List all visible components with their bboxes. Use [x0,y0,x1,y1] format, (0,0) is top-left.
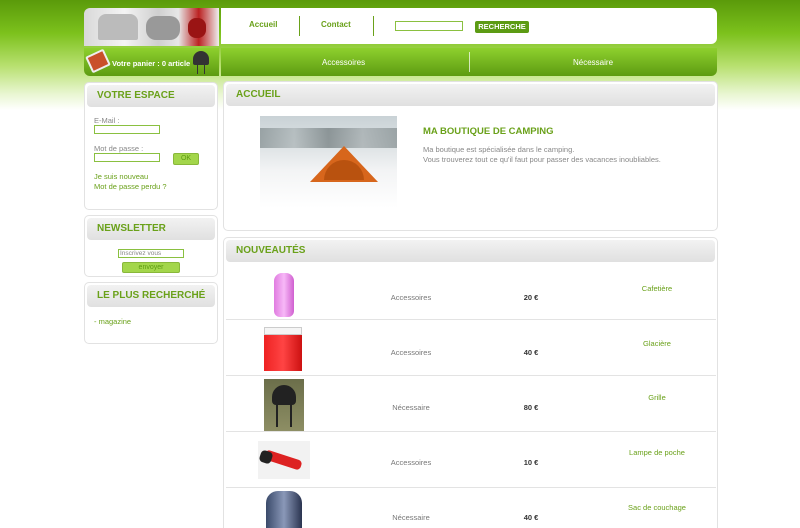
category-accessoires-link[interactable]: Accessoires [322,58,365,67]
login-box: VOTRE ESPACE E-Mail : Mot de passe : OK … [84,82,218,210]
cart-summary[interactable]: Votre panier : 0 article [112,59,190,68]
password-field[interactable] [94,153,160,162]
product-price: 20 € [523,293,539,302]
shop-description: Ma boutique est spécialisée dans le camp… [423,145,661,165]
sleeping-bag-image[interactable] [266,491,302,528]
newsletter-send-button[interactable]: envoyer [122,262,180,273]
category-separator [469,52,470,72]
search-input[interactable] [395,21,463,31]
product-category: Nécessaire [392,513,430,522]
product-row[interactable]: Accessoires 10 € Lampe de poche [226,433,716,488]
login-ok-button[interactable]: OK [173,153,199,165]
product-row[interactable]: Nécessaire 40 € Sac de couchage [226,489,716,528]
product-price: 40 € [523,348,539,357]
welcome-panel: ACCUEIL MA BOUTIQUE DE CAMPING Ma boutiq… [223,81,718,231]
new-products-panel: NOUVEAUTÉS Accessoires 20 € Cafetière Ac… [223,237,718,528]
product-name-link[interactable]: Sac de couchage [602,503,712,512]
header-banner-image [84,8,219,46]
top-navigation: Accueil Contact RECHERCHE [221,8,717,44]
tent-photo [260,116,397,208]
category-necessaire-link[interactable]: Nécessaire [573,58,613,67]
product-name-link[interactable]: Cafetière [602,284,712,293]
shop-description-line: Ma boutique est spécialisée dans le camp… [423,145,575,154]
nav-contact-link[interactable]: Contact [321,20,351,29]
login-box-title: VOTRE ESPACE [87,85,215,107]
cooler-image[interactable] [264,327,302,371]
product-name-link[interactable]: Lampe de poche [602,448,712,457]
flashlight-image[interactable] [258,441,310,479]
product-row[interactable]: Accessoires 40 € Glacière [226,321,716,376]
new-products-title: NOUVEAUTÉS [226,240,715,262]
product-row[interactable]: Nécessaire 80 € Grille [226,377,716,432]
product-row[interactable]: Accessoires 20 € Cafetière [226,265,716,320]
shop-title: MA BOUTIQUE DE CAMPING [423,126,554,137]
product-price: 80 € [523,403,539,412]
newsletter-box: NEWSLETTER Inscrivez vous envoyer [84,215,218,277]
popular-item-link[interactable]: - magazine [94,317,131,326]
email-field[interactable] [94,125,160,134]
welcome-title: ACCUEIL [226,84,715,106]
popular-title: LE PLUS RECHERCHÉ [87,285,215,307]
lost-password-link[interactable]: Mot de passe perdu ? [94,182,167,191]
product-category: Nécessaire [392,403,430,412]
new-account-link[interactable]: Je suis nouveau [94,172,148,181]
newsletter-title: NEWSLETTER [87,218,215,240]
nav-separator [299,16,300,36]
product-price: 40 € [523,513,539,522]
grill-image[interactable] [264,379,304,431]
product-name-link[interactable]: Glacière [602,339,712,348]
product-name-link[interactable]: Grille [602,393,712,402]
product-category: Accessoires [390,348,432,357]
shop-description-line: Vous trouverez tout ce qu'il faut pour p… [423,155,661,164]
product-category: Accessoires [390,293,432,302]
nav-separator [373,16,374,36]
basket-icon [85,48,111,74]
nav-accueil-link[interactable]: Accueil [249,20,277,29]
category-bar: Accessoires Nécessaire [221,48,717,76]
cart-bar[interactable]: Votre panier : 0 article [84,48,219,76]
newsletter-email-field[interactable]: Inscrivez vous [118,249,184,258]
grill-icon [193,51,209,65]
search-button[interactable]: RECHERCHE [475,21,529,33]
popular-box: LE PLUS RECHERCHÉ - magazine [84,282,218,344]
email-label: E-Mail : [94,116,120,125]
product-price: 10 € [523,458,539,467]
product-category: Accessoires [390,458,432,467]
thermos-image[interactable] [274,273,294,317]
password-label: Mot de passe : [94,144,144,153]
